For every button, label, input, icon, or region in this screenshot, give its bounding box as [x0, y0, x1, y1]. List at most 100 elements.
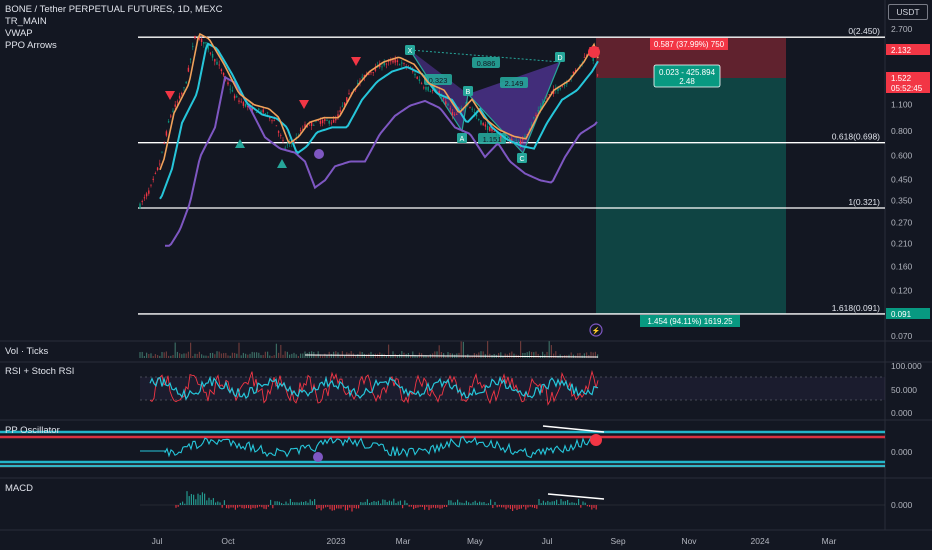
macd-histogram-bar	[241, 505, 243, 509]
chart-canvas[interactable]: 0(2.450) 0.618(0.698) 1(0.321) 1.618(0.091)…	[0, 0, 932, 550]
candle-body	[460, 108, 462, 109]
candle-body	[495, 133, 498, 136]
volume-bar	[460, 341, 462, 358]
volume-bar	[550, 345, 552, 358]
macd-histogram-bar	[193, 494, 195, 505]
ppo-arrow-down[interactable]	[299, 100, 309, 109]
candle-body	[330, 122, 333, 124]
candle-body	[271, 120, 273, 122]
time-axis-label: 2023	[327, 536, 346, 546]
macd-histogram-bar	[248, 505, 250, 509]
macd-histogram-bar	[298, 502, 300, 505]
macd-histogram-bar	[415, 505, 417, 509]
candle-body	[141, 200, 143, 202]
ppo-arrow-down[interactable]	[165, 91, 175, 100]
candle-body	[275, 125, 278, 127]
take-profit-zone[interactable]	[596, 78, 786, 314]
candle-body	[449, 108, 451, 110]
macd-histogram-bar	[351, 505, 353, 512]
macd-histogram-bar	[571, 502, 573, 505]
macd-histogram-bar	[485, 503, 487, 505]
macd-histogram-bar	[408, 505, 410, 507]
candle-body	[486, 125, 489, 130]
harmonic-point-label: B	[466, 89, 471, 96]
candle-body	[484, 124, 487, 127]
candle-body	[170, 115, 172, 117]
volume-bar	[363, 353, 365, 358]
indicator-label-ppo-arrows[interactable]: PPO Arrows	[5, 40, 57, 51]
volume-bar	[297, 355, 299, 358]
volume-bar	[223, 353, 225, 358]
ppo-arrow-up[interactable]	[235, 139, 245, 148]
candle-body	[172, 110, 174, 112]
volume-bar	[278, 352, 280, 358]
macd-histogram-bar	[287, 503, 289, 505]
volume-bar	[234, 352, 236, 358]
volume-bar	[500, 352, 502, 358]
candle-body	[522, 138, 524, 141]
ppo-arrow-up[interactable]	[277, 159, 287, 168]
price-axis-tick: 0.270	[891, 218, 913, 228]
candle-body	[214, 59, 216, 62]
candle-body	[154, 172, 157, 174]
volume-bar	[341, 351, 343, 358]
candle-body	[385, 63, 388, 65]
currency-button[interactable]: USDT	[888, 4, 928, 20]
macd-histogram-bar	[505, 505, 507, 510]
volume-bar	[275, 343, 277, 358]
volume-bar	[526, 352, 528, 358]
macd-histogram-bar	[369, 502, 371, 505]
volume-bar	[524, 352, 526, 358]
macd-histogram-bar	[245, 505, 247, 509]
candle-body	[482, 123, 484, 126]
candle-body	[273, 120, 275, 122]
harmonic-point-label: C	[519, 156, 524, 163]
macd-divergence-line	[547, 493, 605, 500]
volume-bar	[163, 352, 165, 358]
rsi-axis-tick: 50.000	[891, 385, 917, 395]
volume-bar	[458, 352, 460, 358]
indicator-label-tr-main[interactable]: TR_MAIN	[5, 16, 47, 27]
macd-histogram-bar	[327, 505, 329, 507]
pane-title-volume[interactable]: Vol · Ticks	[5, 346, 48, 357]
candle-body	[414, 73, 416, 76]
macd-histogram-bar	[435, 505, 437, 509]
macd-histogram-bar	[476, 502, 478, 505]
macd-histogram-bar	[289, 498, 291, 505]
macd-histogram-bar	[593, 505, 595, 508]
volume-bar	[256, 352, 258, 358]
candle-body	[537, 109, 539, 112]
price-axis-tick: 0.210	[891, 239, 913, 249]
candle-body	[240, 101, 242, 103]
macd-histogram-bar	[377, 500, 379, 505]
macd-histogram-bar	[470, 503, 472, 505]
candle-body	[583, 56, 586, 58]
macd-histogram-bar	[294, 502, 296, 505]
macd-histogram-bar	[393, 498, 395, 505]
macd-histogram-bar	[355, 505, 357, 509]
pane-title-pp-oscillator[interactable]: PP Oscillator	[5, 425, 60, 436]
macd-histogram-bar	[507, 505, 509, 508]
macd-histogram-bar	[417, 505, 419, 508]
macd-histogram-bar	[391, 501, 393, 505]
macd-histogram-bar	[254, 505, 256, 509]
candle-body	[244, 103, 247, 107]
candle-body	[198, 38, 201, 40]
volume-bar	[187, 351, 189, 358]
candle-body	[401, 62, 403, 64]
indicator-label-vwap[interactable]: VWAP	[5, 28, 33, 39]
volume-bar	[141, 351, 143, 358]
candle-body	[431, 89, 434, 91]
macd-histogram-bar	[430, 505, 432, 509]
macd-histogram-bar	[204, 493, 206, 505]
pane-title-rsi[interactable]: RSI + Stoch RSI	[5, 366, 74, 377]
pane-title-macd[interactable]: MACD	[5, 483, 33, 494]
volume-bar	[201, 354, 203, 358]
signal-dot	[314, 149, 324, 159]
volume-bar	[154, 354, 156, 358]
volume-bar	[172, 354, 174, 358]
price-badge-label: 2.132	[891, 46, 912, 55]
macd-histogram-bar	[439, 505, 441, 509]
volume-bar	[150, 353, 152, 358]
ppo-arrow-down[interactable]	[351, 57, 361, 66]
